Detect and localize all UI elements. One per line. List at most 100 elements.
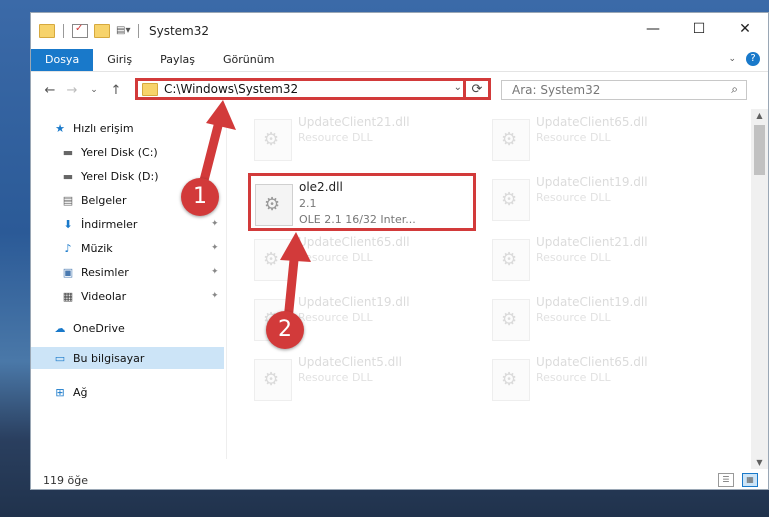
search-placeholder: Ara: System32 bbox=[512, 83, 601, 97]
tab-home[interactable]: Giriş bbox=[93, 49, 146, 71]
new-folder-icon[interactable] bbox=[94, 24, 110, 38]
file-item[interactable]: UpdateClient5.dll Resource DLL bbox=[250, 349, 480, 405]
file-type: Resource DLL bbox=[536, 191, 611, 204]
vertical-scrollbar[interactable]: ▲ ▼ bbox=[751, 109, 768, 469]
file-type: Resource DLL bbox=[536, 371, 611, 384]
sidebar-item-label: Belgeler bbox=[81, 193, 127, 207]
sidebar-item-label: Müzik bbox=[81, 241, 113, 255]
network-icon: ⊞ bbox=[55, 385, 65, 399]
sidebar-item-label: OneDrive bbox=[73, 321, 125, 335]
sidebar-item-label: Videolar bbox=[81, 289, 127, 303]
address-dropdown-icon[interactable]: ⌄ bbox=[454, 82, 462, 93]
file-type: Resource DLL bbox=[536, 251, 611, 264]
drive-icon: ▬ bbox=[62, 145, 74, 159]
documents-icon: ▤ bbox=[62, 193, 74, 207]
annotation-badge-1: 1 bbox=[181, 178, 219, 216]
file-name: UpdateClient65.dll bbox=[536, 355, 648, 369]
sidebar-item-network[interactable]: ⊞ Ağ bbox=[53, 381, 87, 403]
sidebar-item-label: İndirmeler bbox=[81, 217, 138, 231]
sidebar-item-quick-access[interactable]: ★ Hızlı erişim bbox=[53, 117, 134, 139]
help-icon[interactable]: ? bbox=[746, 52, 760, 66]
file-item[interactable]: UpdateClient19.dll Resource DLL bbox=[488, 169, 718, 225]
details-view-icon[interactable]: ☰ bbox=[718, 473, 734, 487]
cloud-icon: ☁ bbox=[54, 321, 66, 335]
maximize-button[interactable]: ☐ bbox=[676, 13, 722, 45]
star-icon: ★ bbox=[55, 121, 65, 135]
sidebar-item-label: Yerel Disk (D:) bbox=[81, 169, 159, 183]
file-item[interactable]: UpdateClient65.dll Resource DLL bbox=[488, 109, 718, 165]
dll-file-icon bbox=[255, 184, 293, 226]
file-type: Resource DLL bbox=[536, 311, 611, 324]
sidebar-item-onedrive[interactable]: ☁ OneDrive bbox=[53, 317, 125, 339]
dll-file-icon bbox=[492, 119, 530, 161]
toolbar-separator bbox=[63, 24, 64, 38]
address-path[interactable]: C:\Windows\System32 bbox=[164, 82, 298, 96]
recent-locations-button[interactable]: ⌄ bbox=[85, 85, 103, 95]
videos-icon: ▦ bbox=[62, 289, 74, 303]
dll-file-icon bbox=[254, 119, 292, 161]
tab-view[interactable]: Görünüm bbox=[209, 49, 288, 71]
search-icon[interactable]: ⌕ bbox=[731, 82, 738, 97]
back-button[interactable]: ← bbox=[41, 83, 59, 98]
drive-icon: ▬ bbox=[62, 169, 74, 183]
dll-file-icon bbox=[492, 239, 530, 281]
refresh-button[interactable]: ⟳ bbox=[463, 78, 488, 100]
download-icon: ⬇ bbox=[63, 217, 73, 231]
dll-file-icon bbox=[492, 179, 530, 221]
sidebar-item-pictures[interactable]: ▣ Resimler ✦ bbox=[61, 261, 224, 283]
music-icon: ♪ bbox=[64, 241, 72, 255]
file-type: Resource DLL bbox=[298, 131, 373, 144]
folder-icon bbox=[39, 24, 55, 38]
expand-ribbon-icon[interactable]: ⌄ bbox=[728, 54, 736, 64]
dll-file-icon bbox=[254, 359, 292, 401]
file-name: UpdateClient21.dll bbox=[536, 235, 648, 249]
status-bar: 119 öğe ☰ ▦ bbox=[31, 469, 768, 491]
pictures-icon: ▣ bbox=[62, 265, 74, 279]
scrollbar-thumb[interactable] bbox=[754, 125, 765, 175]
file-description: OLE 2.1 16/32 Inter... bbox=[299, 213, 416, 226]
window-title: System32 bbox=[149, 24, 210, 38]
toolbar-separator bbox=[138, 24, 139, 38]
file-item[interactable]: UpdateClient65.dll Resource DLL bbox=[488, 349, 718, 405]
scroll-up-icon[interactable]: ▲ bbox=[751, 111, 768, 120]
large-icons-view-icon[interactable]: ▦ bbox=[742, 473, 758, 487]
up-button[interactable]: ↑ bbox=[107, 83, 125, 98]
customize-toolbar-icon[interactable]: ▤▾ bbox=[116, 25, 130, 37]
item-count: 119 öğe bbox=[43, 473, 88, 487]
ribbon-controls: ⌄ ? bbox=[728, 52, 760, 66]
properties-icon[interactable]: ✓ bbox=[72, 23, 88, 38]
file-version: 2.1 bbox=[299, 197, 317, 210]
close-button[interactable]: ✕ bbox=[722, 13, 768, 45]
navigation-bar: ← → ⌄ ↑ C:\Windows\System32 ⌄ ⟳ Ara: Sys… bbox=[31, 72, 768, 108]
sidebar-item-this-pc[interactable]: ▭ Bu bilgisayar bbox=[31, 347, 224, 369]
file-name: UpdateClient5.dll bbox=[298, 355, 402, 369]
pin-icon[interactable]: ✦ bbox=[211, 291, 219, 301]
computer-icon: ▭ bbox=[54, 351, 66, 365]
file-item-ole2-highlighted[interactable]: ole2.dll 2.1 OLE 2.1 16/32 Inter... bbox=[248, 173, 476, 231]
tab-share[interactable]: Paylaş bbox=[146, 49, 209, 71]
forward-button[interactable]: → bbox=[63, 83, 81, 98]
sidebar-item-label: Resimler bbox=[81, 265, 129, 279]
search-input[interactable]: Ara: System32 ⌕ bbox=[501, 80, 747, 100]
dll-file-icon bbox=[492, 299, 530, 341]
scroll-down-icon[interactable]: ▼ bbox=[751, 458, 768, 467]
minimize-button[interactable]: — bbox=[630, 13, 676, 45]
sidebar-item-music[interactable]: ♪ Müzik ✦ bbox=[61, 237, 224, 259]
annotation-badge-2: 2 bbox=[266, 311, 304, 349]
sidebar-item-downloads[interactable]: ⬇ İndirmeler ✦ bbox=[61, 213, 224, 235]
file-type: Resource DLL bbox=[298, 371, 373, 384]
file-item[interactable]: UpdateClient19.dll Resource DLL bbox=[488, 289, 718, 345]
file-item[interactable]: UpdateClient21.dll Resource DLL bbox=[488, 229, 718, 285]
pin-icon[interactable]: ✦ bbox=[211, 243, 219, 253]
tab-file[interactable]: Dosya bbox=[31, 49, 94, 71]
window-controls: — ☐ ✕ bbox=[630, 13, 768, 45]
sidebar-item-videos[interactable]: ▦ Videolar ✦ bbox=[61, 285, 224, 307]
pin-icon[interactable]: ✦ bbox=[211, 219, 219, 229]
file-name: ole2.dll bbox=[299, 180, 343, 194]
file-name: UpdateClient21.dll bbox=[298, 115, 410, 129]
folder-icon bbox=[142, 82, 158, 96]
pin-icon[interactable]: ✦ bbox=[211, 267, 219, 277]
sidebar-item-label: Yerel Disk (C:) bbox=[81, 145, 158, 159]
file-name: UpdateClient19.dll bbox=[536, 295, 648, 309]
file-item[interactable]: UpdateClient21.dll Resource DLL bbox=[250, 109, 480, 165]
